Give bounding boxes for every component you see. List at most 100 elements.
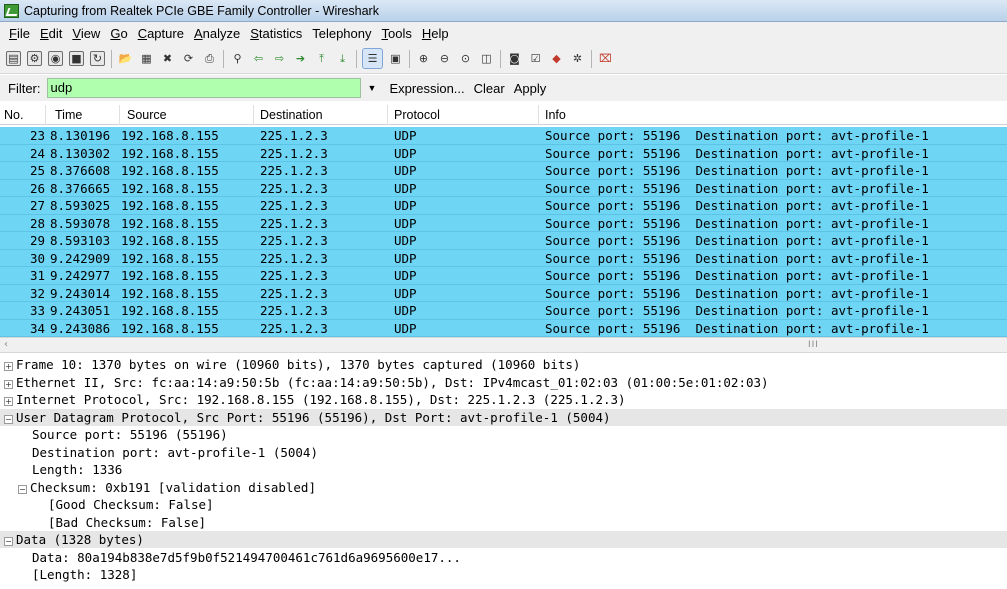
table-row[interactable]: 29 8.593103 192.168.8.155 225.1.2.3 UDP Sourc…	[0, 232, 1007, 250]
tree-node-content: [Length: 1328]	[32, 566, 137, 583]
scroll-left-icon[interactable]: ‹	[4, 339, 8, 350]
menu-accelerator: C	[137, 25, 148, 41]
tree-node[interactable]: + Internet Protocol, Src: 192.168.8.155 (…	[0, 391, 1007, 408]
table-row[interactable]: 34 9.243086 192.168.8.155 225.1.2.3 UDP Sourc…	[0, 319, 1007, 337]
menu-item-telephony[interactable]: Telephony	[307, 26, 376, 41]
tree-node[interactable]: Source port: 55196 (55196)	[0, 426, 1007, 443]
column-header-protocol[interactable]: Protocol	[394, 108, 440, 122]
go-forward-icon[interactable]: ⇨	[272, 51, 287, 66]
table-row[interactable]: 32 9.243014 192.168.8.155 225.1.2.3 UDP Sourc…	[0, 284, 1007, 302]
column-divider[interactable]	[253, 105, 254, 125]
tree-node[interactable]: − Checksum: 0xb191 [validation disabled]	[0, 479, 1007, 496]
colorize-icon[interactable]: ☰	[362, 48, 383, 69]
go-to-packet-icon[interactable]: ➔	[293, 51, 308, 66]
first-packet-icon[interactable]: ⤒	[314, 51, 329, 66]
tree-node-label: Length: 1336	[32, 462, 123, 477]
tree-node[interactable]: Length: 1336	[0, 461, 1007, 478]
menu-item-statistics[interactable]: Statistics	[245, 26, 307, 41]
expand-icon[interactable]: +	[4, 362, 13, 371]
display-filter-input[interactable]: udp	[46, 78, 361, 98]
cell-time: 8.593103	[50, 233, 111, 248]
menu-item-analyze[interactable]: Analyze	[189, 26, 245, 41]
zoom-out-icon[interactable]: ⊖	[437, 51, 452, 66]
collapse-icon[interactable]: −	[4, 414, 13, 424]
menu-item-file[interactable]: File	[4, 26, 35, 41]
coloring-rules-icon[interactable]: ◆	[549, 51, 564, 66]
table-row[interactable]: 24 8.130302 192.168.8.155 225.1.2.3 UDP Sourc…	[0, 144, 1007, 162]
table-row[interactable]: 25 8.376608 192.168.8.155 225.1.2.3 UDP Sourc…	[0, 162, 1007, 180]
display-filters-icon[interactable]: ☑	[528, 51, 543, 66]
menu-label: elp	[431, 25, 449, 41]
zoom-in-icon[interactable]: ⊕	[416, 51, 431, 66]
table-row[interactable]: 27 8.593025 192.168.8.155 225.1.2.3 UDP Sourc…	[0, 197, 1007, 215]
column-header-destination[interactable]: Destination	[260, 108, 323, 122]
tree-node[interactable]: [Good Checksum: False]	[0, 496, 1007, 513]
table-row[interactable]: 23 8.130196 192.168.8.155 225.1.2.3 UDP Sourc…	[0, 127, 1007, 145]
preferences-icon[interactable]: ✲	[570, 51, 585, 66]
tree-node[interactable]: [Bad Checksum: False]	[0, 514, 1007, 531]
tree-node[interactable]: Destination port: avt-profile-1 (5004)	[0, 444, 1007, 461]
apply-button[interactable]: Apply	[514, 81, 547, 96]
clear-button[interactable]: Clear	[474, 81, 505, 96]
column-header-source[interactable]: Source	[127, 108, 167, 122]
auto-scroll-icon[interactable]: ▣	[388, 51, 403, 66]
capture-options-icon[interactable]: ⚙	[27, 51, 42, 66]
open-file-icon[interactable]: 📂	[118, 51, 133, 66]
horizontal-scrollbar[interactable]: ‹ III	[0, 337, 1007, 353]
stop-capture-icon[interactable]: ■	[69, 51, 84, 66]
resize-columns-icon[interactable]: ◫	[479, 51, 494, 66]
save-file-icon[interactable]: ▦	[139, 51, 154, 66]
find-packet-icon[interactable]: ⚲	[230, 51, 245, 66]
column-divider[interactable]	[119, 105, 120, 125]
reload-icon[interactable]: ⟳	[181, 51, 196, 66]
interfaces-icon[interactable]: ▤	[6, 51, 21, 66]
menu-label: Telephony	[312, 25, 372, 41]
column-divider[interactable]	[538, 105, 539, 125]
tree-node[interactable]: Data: 80a194b838e7d5f9b0f521494700461c76…	[0, 549, 1007, 566]
restart-capture-icon[interactable]: ↻	[90, 51, 105, 66]
tree-node[interactable]: + Ethernet II, Src: fc:aa:14:a9:50:5b (fc…	[0, 374, 1007, 391]
go-back-icon[interactable]: ⇦	[251, 51, 266, 66]
table-row[interactable]: 30 9.242909 192.168.8.155 225.1.2.3 UDP Sourc…	[0, 249, 1007, 267]
tree-node-label: Frame 10: 1370 bytes on wire (10960 bits…	[16, 357, 581, 372]
wireshark-logo-icon	[4, 3, 19, 18]
table-row[interactable]: 28 8.593078 192.168.8.155 225.1.2.3 UDP Sourc…	[0, 214, 1007, 232]
collapse-icon[interactable]: −	[18, 484, 27, 494]
menu-item-go[interactable]: Go	[105, 26, 132, 41]
table-row[interactable]: 31 9.242977 192.168.8.155 225.1.2.3 UDP Sourc…	[0, 267, 1007, 285]
tree-node-content: − User Datagram Protocol, Src Port: 55196…	[4, 409, 611, 426]
menu-item-capture[interactable]: Capture	[133, 26, 189, 41]
tree-node[interactable]: [Length: 1328]	[0, 566, 1007, 583]
menu-item-help[interactable]: Help	[417, 26, 454, 41]
column-divider[interactable]	[387, 105, 388, 125]
chevron-down-icon[interactable]: ▼	[368, 83, 382, 93]
zoom-normal-icon[interactable]: ⊙	[458, 51, 473, 66]
table-row[interactable]: 33 9.243051 192.168.8.155 225.1.2.3 UDP Sourc…	[0, 302, 1007, 320]
close-file-icon[interactable]: ✖	[160, 51, 175, 66]
help-icon[interactable]: ⌧	[598, 51, 613, 66]
scroll-thumb-grip[interactable]: III	[808, 340, 819, 350]
collapse-icon[interactable]: −	[4, 537, 13, 546]
menu-item-edit[interactable]: Edit	[35, 26, 67, 41]
column-header-time[interactable]: Time	[55, 108, 82, 122]
column-divider[interactable]	[45, 105, 46, 125]
menu-item-view[interactable]: View	[67, 26, 105, 41]
expression-button[interactable]: Expression...	[390, 81, 465, 96]
tree-node[interactable]: − User Datagram Protocol, Src Port: 55196…	[0, 408, 1007, 426]
table-row[interactable]: 26 8.376665 192.168.8.155 225.1.2.3 UDP Sourc…	[0, 179, 1007, 197]
expand-icon[interactable]: +	[4, 397, 13, 406]
cell-no: 29	[29, 233, 45, 248]
print-icon[interactable]: ⎙	[202, 51, 217, 66]
column-header-info[interactable]: Info	[545, 108, 566, 122]
last-packet-icon[interactable]: ⤓	[335, 51, 350, 66]
column-header-no[interactable]: No.	[4, 108, 23, 122]
tree-node[interactable]: − Data (1328 bytes)	[0, 531, 1007, 548]
tree-node-content: − Data (1328 bytes)	[4, 531, 144, 548]
start-capture-icon[interactable]: ◉	[48, 51, 63, 66]
cell-proto: UDP	[394, 285, 417, 301]
capture-filters-icon[interactable]: ◙	[507, 51, 522, 66]
expand-icon[interactable]: +	[4, 379, 13, 389]
tree-node-content: Source port: 55196 (55196)	[32, 426, 228, 443]
tree-node[interactable]: + Frame 10: 1370 bytes on wire (10960 bit…	[0, 356, 1007, 373]
menu-item-tools[interactable]: Tools	[377, 26, 417, 41]
